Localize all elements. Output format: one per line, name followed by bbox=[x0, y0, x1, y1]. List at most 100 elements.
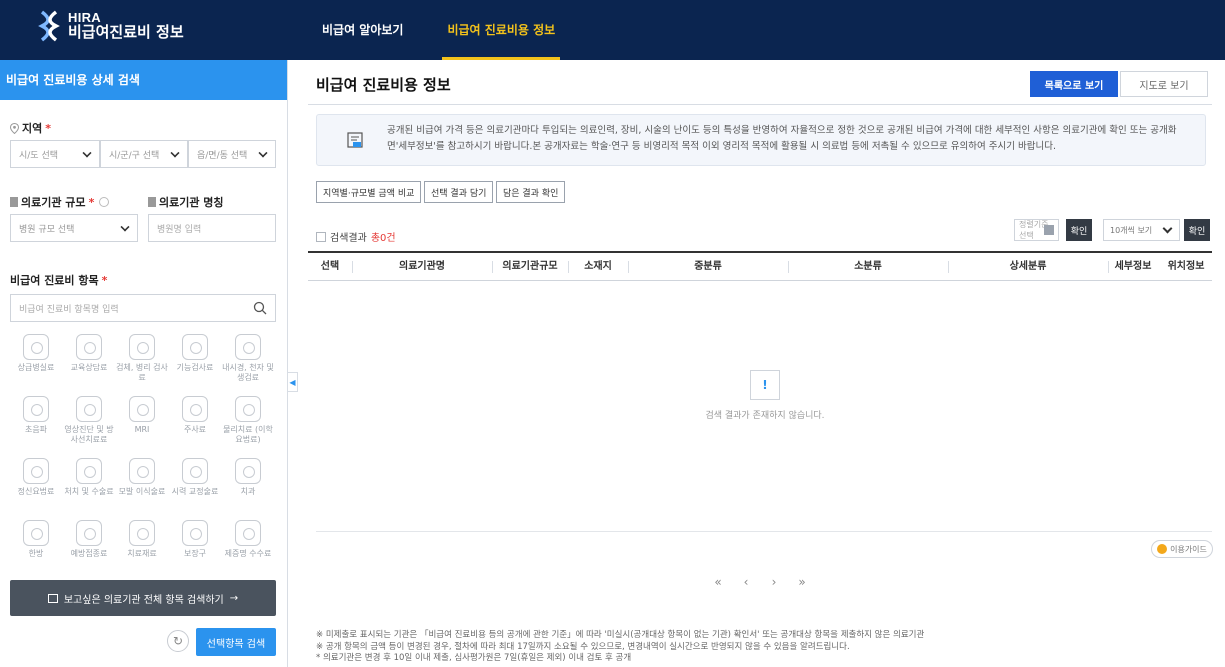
building-icon bbox=[10, 197, 18, 207]
category-label: 상급병실료 bbox=[17, 363, 55, 372]
all-items-search-button[interactable]: 보고싶은 의료기관 전체 항목 검색하기 → bbox=[10, 580, 276, 616]
category-item[interactable]: 주사료 bbox=[167, 396, 223, 435]
chevron-down-icon bbox=[170, 148, 180, 158]
select-all-checkbox[interactable] bbox=[316, 231, 326, 242]
category-label: MRI bbox=[134, 425, 150, 434]
scale-label: 의료기관 규모 bbox=[21, 196, 86, 209]
region-label-wrap: 지역 * bbox=[10, 120, 51, 136]
item-search-placeholder: 비급여 진료비 항목명 입력 bbox=[19, 304, 119, 315]
help-icon[interactable] bbox=[99, 197, 110, 207]
category-item[interactable]: 시력 교정술료 bbox=[167, 458, 223, 497]
footnote-line: ※ 공개 항목의 금액 등이 변경된 경우, 절차에 따라 최대 17일까지 소… bbox=[316, 641, 850, 652]
wheelchair-icon bbox=[182, 520, 208, 546]
compare-button[interactable]: 지역별·규모별 금액 비교 bbox=[316, 181, 422, 203]
arrow-right-icon: → bbox=[229, 592, 239, 604]
check-saved-button[interactable]: 담은 결과 확인 bbox=[496, 181, 566, 203]
ultrasound-icon bbox=[23, 396, 49, 422]
tooth-icon bbox=[235, 458, 261, 484]
sigungu-select[interactable]: 시/군/구 선택 bbox=[100, 140, 188, 168]
result-count: 검색결과 총0건 bbox=[316, 229, 396, 244]
category-item[interactable]: 치과 bbox=[220, 458, 276, 497]
eupmyeondong-select[interactable]: 읍/면/동 선택 bbox=[188, 140, 276, 168]
notice-document-icon bbox=[347, 132, 363, 148]
category-item[interactable]: 교육상담료 bbox=[61, 334, 117, 373]
result-prefix: 검색결과 bbox=[330, 233, 367, 244]
category-item[interactable]: 상급병실료 bbox=[8, 334, 64, 373]
name-label: 의료기관 명칭 bbox=[159, 196, 224, 209]
map-view-button[interactable]: 지도로 보기 bbox=[1120, 71, 1208, 97]
user-guide-button[interactable]: 이용가이드 bbox=[1151, 540, 1213, 558]
col-middle-category: 중분류 bbox=[694, 261, 722, 272]
reset-icon[interactable]: ↻ bbox=[167, 630, 189, 652]
list-view-button[interactable]: 목록으로 보기 bbox=[1030, 71, 1118, 97]
first-page-icon[interactable]: « bbox=[708, 570, 728, 594]
sido-select[interactable]: 시/도 선택 bbox=[10, 140, 100, 168]
user-guide-label: 이용가이드 bbox=[1170, 544, 1207, 554]
consult-icon bbox=[76, 334, 102, 360]
item-label: 비급여 진료비 항목 bbox=[10, 274, 99, 287]
collapse-panel-icon[interactable]: ◀ bbox=[288, 372, 298, 392]
category-item[interactable]: 정신요법료 bbox=[8, 458, 64, 497]
category-item[interactable]: 처치 및 수술료 bbox=[61, 458, 117, 497]
category-item[interactable]: 내시경, 천자 및 생검료 bbox=[220, 334, 276, 383]
notice-text: 공개된 비급여 가격 등은 의료기관마다 투입되는 의료인력, 장비, 시술의 … bbox=[387, 125, 1177, 152]
nav-cost-info[interactable]: 비급여 진료비용 정보 bbox=[442, 0, 560, 60]
logo[interactable]: HIRA 비급여진료비 정보 bbox=[38, 10, 184, 42]
category-item[interactable]: 치료재료 bbox=[114, 520, 170, 559]
item-label-wrap: 비급여 진료비 항목 * bbox=[10, 272, 107, 288]
injection-icon bbox=[182, 396, 208, 422]
category-item[interactable]: 모발 이식술료 bbox=[114, 458, 170, 497]
last-page-icon[interactable]: » bbox=[792, 570, 812, 594]
acupuncture-icon bbox=[23, 520, 49, 546]
page-title: 비급여 진료비용 정보 bbox=[316, 76, 451, 94]
save-results-button[interactable]: 선택 결과 담기 bbox=[424, 181, 494, 203]
notice-box: 공개된 비급여 가격 등은 의료기관마다 투입되는 의료인력, 장비, 시술의 … bbox=[316, 114, 1206, 166]
category-item[interactable]: 검체, 병리 검사료 bbox=[114, 334, 170, 383]
footnote-line: * 의료기관은 변경 후 10일 이내 제출, 심사평가원은 7일(휴일은 제외… bbox=[316, 653, 632, 663]
name-label-wrap: 의료기관 명칭 bbox=[148, 194, 224, 210]
required-mark: * bbox=[88, 195, 95, 209]
category-item[interactable]: 기능검사료 bbox=[167, 334, 223, 373]
category-item[interactable]: 한방 bbox=[8, 520, 64, 559]
region-label: 지역 bbox=[22, 122, 43, 135]
item-search-input[interactable]: 비급여 진료비 항목명 입력 bbox=[10, 294, 276, 322]
prev-page-icon[interactable]: ‹ bbox=[736, 570, 756, 594]
sido-select-value: 시/도 선택 bbox=[19, 150, 59, 161]
category-item[interactable]: 영상진단 및 방사선치료료 bbox=[61, 396, 117, 445]
category-label: 영상진단 및 방사선치료료 bbox=[64, 425, 114, 444]
document-icon bbox=[47, 593, 58, 603]
category-item[interactable]: MRI bbox=[114, 396, 170, 435]
per-page-select[interactable]: 10개씩 보기 bbox=[1103, 219, 1180, 241]
result-count-value: 총0건 bbox=[370, 233, 396, 244]
per-page-confirm-button[interactable]: 확인 bbox=[1184, 219, 1210, 241]
category-label: 한방 bbox=[28, 549, 44, 558]
chevron-down-icon bbox=[82, 148, 92, 158]
category-item[interactable]: 보장구 bbox=[167, 520, 223, 559]
all-items-search-label: 보고싶은 의료기관 전체 항목 검색하기 bbox=[63, 594, 224, 606]
chevron-down-icon bbox=[258, 148, 268, 158]
search-icon[interactable] bbox=[253, 301, 267, 315]
next-page-icon[interactable]: › bbox=[764, 570, 784, 594]
empty-message: 검색 결과가 존재하지 않습니다. bbox=[705, 411, 825, 421]
list-icon bbox=[1044, 225, 1054, 235]
location-pin-icon bbox=[10, 122, 19, 134]
selected-items-search-button[interactable]: 선택항목 검색 bbox=[196, 628, 276, 656]
scale-select[interactable]: 병원 규모 선택 bbox=[10, 214, 138, 242]
radiation-icon bbox=[76, 396, 102, 422]
hospital-name-input[interactable]: 병원명 입력 bbox=[148, 214, 276, 242]
category-label: 치료재료 bbox=[127, 549, 157, 558]
divider bbox=[308, 104, 1212, 105]
sort-confirm-button[interactable]: 확인 bbox=[1066, 219, 1092, 241]
category-item[interactable]: 물리치료 (이학요법료) bbox=[220, 396, 276, 445]
pagination: « ‹ › » bbox=[708, 570, 812, 594]
sort-select[interactable]: 정렬기준 선택 bbox=[1014, 219, 1059, 241]
col-hospital-scale: 의료기관규모 bbox=[502, 261, 558, 272]
category-item[interactable]: 예방접종료 bbox=[61, 520, 117, 559]
category-item[interactable]: 초음파 bbox=[8, 396, 64, 435]
col-location-info: 위치정보 bbox=[1167, 261, 1205, 272]
nav-about-noncovered[interactable]: 비급여 알아보기 bbox=[322, 0, 403, 60]
logo-korean: 비급여진료비 정보 bbox=[68, 22, 184, 41]
category-label: 기능검사료 bbox=[176, 363, 214, 372]
scale-label-wrap: 의료기관 규모 * bbox=[10, 194, 110, 210]
category-item[interactable]: 제증명 수수료 bbox=[220, 520, 276, 559]
